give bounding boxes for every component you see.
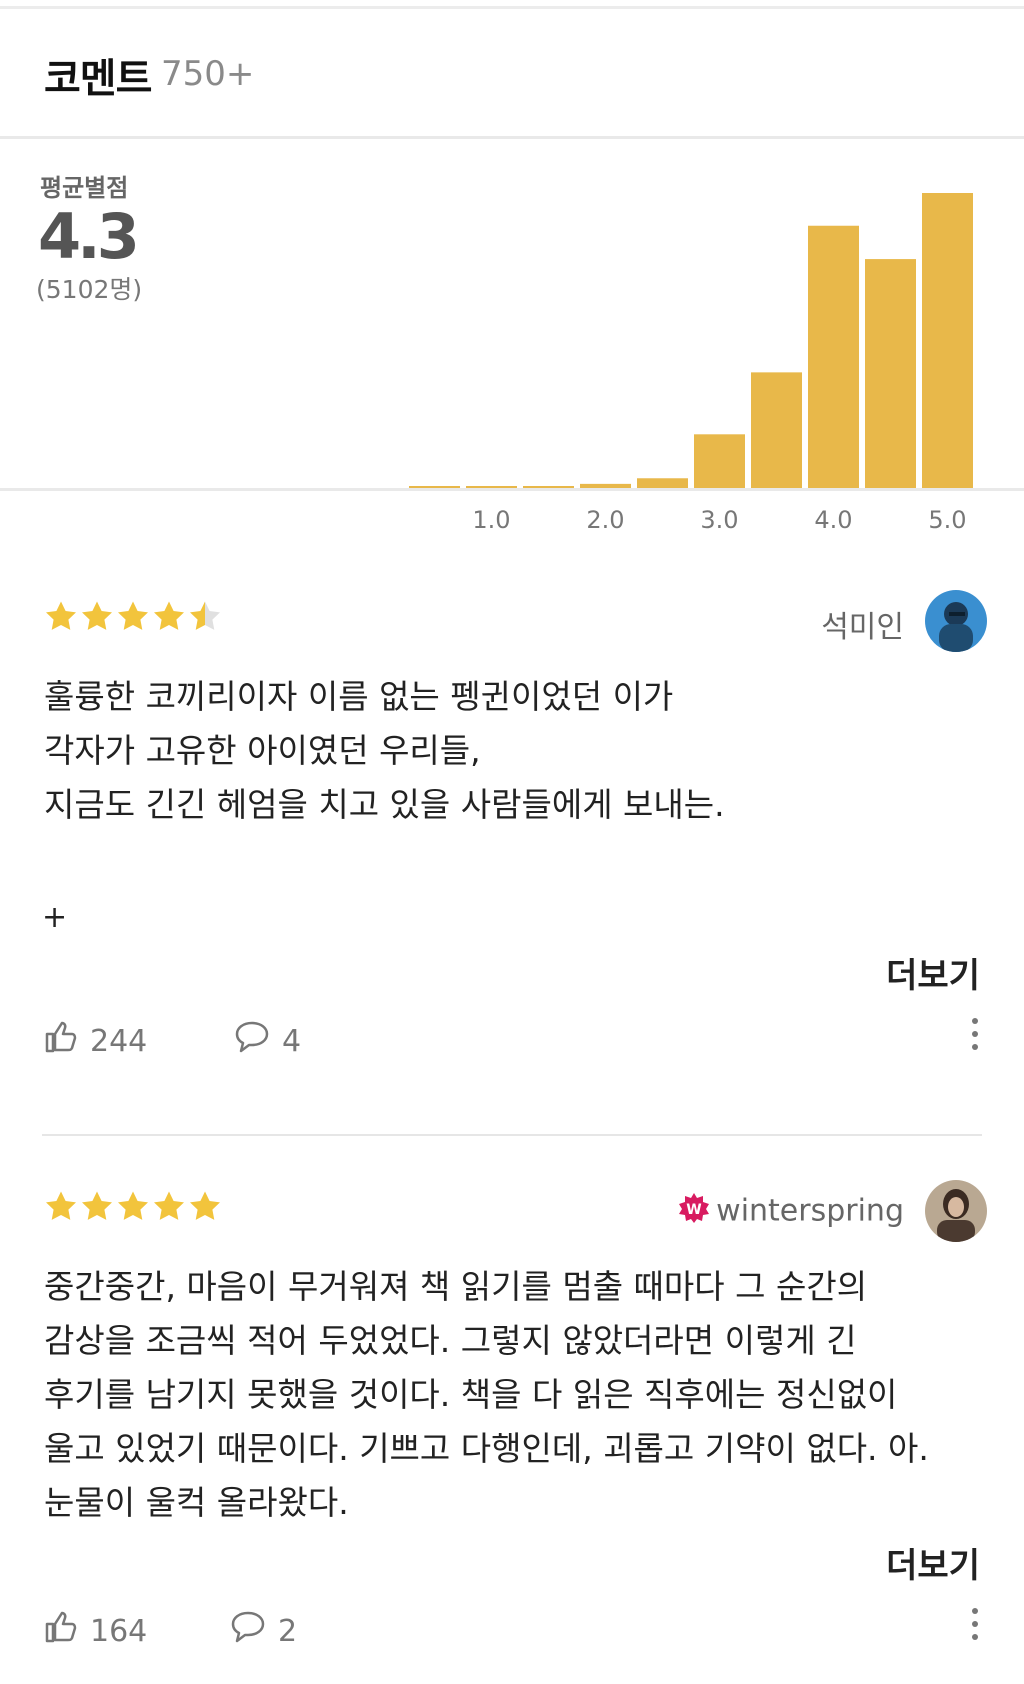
more-options-icon[interactable] — [972, 1608, 980, 1647]
thumbs-up-icon — [44, 1020, 78, 1062]
chart-bar — [637, 478, 688, 488]
star-icon — [152, 1190, 186, 1224]
svg-text:W: W — [686, 1202, 701, 1218]
star-icon — [116, 600, 150, 634]
more-button[interactable]: 더보기 — [886, 948, 980, 997]
chart-bar — [580, 483, 631, 488]
chart-tick-label: 2.0 — [586, 506, 624, 530]
speech-bubble-icon — [230, 1610, 266, 1652]
speech-bubble-icon — [234, 1020, 270, 1062]
avatar[interactable] — [925, 590, 987, 652]
chart-bar — [694, 434, 745, 488]
comment-button[interactable]: 2 — [230, 1610, 297, 1652]
chart-bar — [751, 372, 802, 488]
chart-tick-label: 3.0 — [700, 506, 738, 530]
rating-distribution-chart: 1.0 2.0 3.0 4.0 5.0 — [0, 193, 1024, 530]
like-button[interactable]: 164 — [44, 1610, 147, 1652]
comments-count: 750+ — [161, 54, 255, 94]
avatar[interactable] — [925, 1180, 987, 1242]
review-text: 중간중간, 마음이 무거워져 책 읽기를 멈출 때마다 그 순간의 감상을 조금… — [44, 1267, 929, 1522]
chart-tick-label: 4.0 — [814, 506, 852, 530]
more-options-icon[interactable] — [972, 1018, 980, 1057]
chart-bar — [808, 225, 859, 488]
watcha-badge-icon: W — [678, 1192, 710, 1232]
star-icon — [188, 1190, 222, 1224]
comment-count: 2 — [278, 1613, 298, 1649]
star-icon — [152, 600, 186, 634]
comment-button[interactable]: 4 — [234, 1020, 301, 1062]
review-extra: + — [42, 900, 68, 935]
chart-bar — [466, 486, 517, 488]
author-name[interactable]: 석미인 — [821, 610, 904, 645]
chart-bar — [922, 193, 973, 488]
like-count: 164 — [90, 1613, 148, 1649]
top-border — [0, 6, 1024, 9]
review-author[interactable]: W winterspring — [678, 1192, 904, 1232]
like-count: 244 — [90, 1023, 148, 1059]
star-icon — [80, 1190, 114, 1224]
comments-title: 코멘트 — [44, 56, 152, 102]
author-name[interactable]: winterspring — [716, 1194, 904, 1229]
review-item: W winterspring 중간중간, 마음이 무거워져 책 읽기를 멈출 때… — [0, 1150, 1024, 1684]
review-item: 석미인 훌륭한 코끼리이자 이름 없는 펭귄이었던 이가 각자가 고유한 아이였… — [0, 560, 1024, 1120]
chart-bar — [409, 486, 460, 488]
comments-header: 코멘트 750+ — [0, 40, 1024, 130]
chart-baseline — [0, 488, 1024, 491]
star-icon — [80, 600, 114, 634]
star-icon — [44, 1190, 78, 1224]
header-divider — [0, 136, 1024, 139]
thumbs-up-icon — [44, 1610, 78, 1652]
more-button[interactable]: 더보기 — [886, 1538, 980, 1587]
comment-count: 4 — [282, 1023, 302, 1059]
review-author[interactable]: 석미인 — [821, 602, 904, 646]
chart-bar — [523, 486, 574, 488]
star-icon — [44, 600, 78, 634]
chart-bar — [865, 259, 916, 488]
star-icon — [116, 1190, 150, 1224]
like-button[interactable]: 244 — [44, 1020, 147, 1062]
chart-tick-label: 5.0 — [928, 506, 966, 530]
review-text: 훌륭한 코끼리이자 이름 없는 펭귄이었던 이가 각자가 고유한 아이였던 우리… — [44, 677, 725, 824]
star-icon — [188, 600, 222, 634]
chart-tick-label: 1.0 — [472, 506, 510, 530]
review-divider — [42, 1134, 982, 1136]
